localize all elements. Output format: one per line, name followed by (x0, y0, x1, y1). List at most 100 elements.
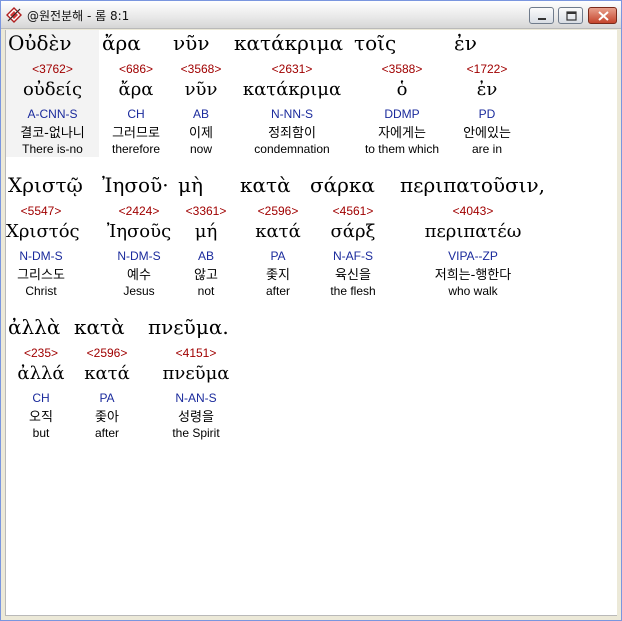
korean-gloss: 저희는-행한다 (434, 268, 512, 283)
strong-number[interactable]: <3568> (171, 62, 231, 77)
word-block[interactable]: κατὰ <2596> κατά PA 좇지 after (238, 172, 318, 299)
word-block[interactable]: ἄρα <686> ἄρα CH 그러므로 therefore (100, 30, 172, 157)
lemma: σάρξ (330, 221, 376, 242)
strong-number[interactable]: <2424> (100, 204, 178, 219)
word-block[interactable]: πνεῦμα. <4151> πνεῦμα N-AN-S 성령을 the Spirit (146, 314, 246, 441)
word-block[interactable]: Χριστῷ <5547> Χριστός N-DM-S 그리스도 Christ (6, 172, 83, 299)
minimize-button[interactable] (529, 7, 554, 24)
lemma: Χριστός (6, 221, 80, 242)
lemma: κατά (84, 363, 130, 384)
greek-word: Χριστῷ (8, 173, 83, 197)
morphology-code: N-AF-S (333, 249, 373, 263)
english-gloss: not (197, 284, 215, 298)
lemma: κατά (255, 221, 301, 242)
greek-word: κατάκριμα (234, 31, 344, 55)
morphology-code: PA (99, 391, 115, 405)
korean-gloss: 육신을 (335, 268, 371, 283)
strong-number[interactable]: <3588> (352, 62, 452, 77)
strong-number[interactable]: <4151> (146, 346, 246, 361)
strong-number[interactable]: <235> (6, 346, 76, 361)
morphology-code: N-DM-S (19, 249, 63, 263)
maximize-icon (566, 11, 577, 21)
close-button[interactable] (588, 7, 617, 24)
word-block[interactable]: περιπατοῦσιν, <4043> περιπατέω VIPA--ZP 저희는-… (398, 172, 548, 299)
strong-number[interactable]: <2596> (72, 346, 142, 361)
korean-gloss: 결코-없나니 (20, 126, 85, 141)
english-gloss: to them which (364, 142, 440, 156)
lemma: Ἰησοῦς (106, 221, 172, 242)
greek-word: σάρκα (310, 173, 375, 197)
lemma: ἀλλά (17, 363, 65, 384)
word-block[interactable]: ἀλλὰ <235> ἀλλά CH 오직 but (6, 314, 76, 441)
strong-number[interactable]: <1722> (452, 62, 522, 77)
close-icon (598, 11, 609, 21)
english-gloss: after (94, 426, 119, 440)
korean-gloss: 그러므로 (112, 126, 160, 141)
morphology-code: DDMP (384, 107, 420, 121)
morphology-code: AB (197, 249, 214, 263)
strong-number[interactable]: <5547> (6, 204, 76, 219)
morphology-code: PA (270, 249, 286, 263)
strong-number[interactable]: <4043> (398, 204, 548, 219)
korean-gloss: 안에있는 (463, 126, 511, 141)
interlinear-pane[interactable]: Οὐδὲν <3762> οὐδείς A-CNN-S 결코-없나니 There is-n… (5, 30, 617, 616)
greek-word: Ἰησοῦ· (102, 173, 169, 197)
lemma: ὁ (396, 79, 408, 100)
word-block[interactable]: τοῖς <3588> ὁ DDMP 자에게는 to them which (352, 30, 452, 157)
window-title: @원전분해 - 롬 8:1 (27, 9, 130, 23)
morphology-code: A-CNN-S (27, 107, 78, 121)
morphology-code: N-NN-S (271, 107, 313, 121)
minimize-icon (538, 18, 546, 20)
word-block[interactable]: νῦν <3568> νῦν AB 이제 now (171, 30, 231, 157)
english-gloss: There is-no (22, 142, 83, 156)
lemma: οὐδείς (22, 79, 83, 100)
greek-word: πνεῦμα. (148, 315, 229, 339)
morphology-code: CH (32, 391, 50, 405)
english-gloss: are in (471, 142, 503, 156)
greek-word: ἄρα (102, 31, 141, 55)
morphology-code: N-DM-S (117, 249, 161, 263)
greek-word: κατὰ (240, 173, 291, 197)
english-gloss: Christ (25, 284, 57, 298)
english-gloss: therefore (111, 142, 161, 156)
maximize-button[interactable] (558, 7, 583, 24)
word-block[interactable]: Ἰησοῦ· <2424> Ἰησοῦς N-DM-S 예수 Jesus (100, 172, 178, 299)
english-gloss: the flesh (330, 284, 376, 298)
english-gloss: Jesus (123, 284, 155, 298)
app-logo-icon[interactable] (5, 6, 23, 24)
interlinear-window: @원전분해 - 롬 8:1 Οὐδὲν <3762> οὐδείς A-CNN-S 결코… (0, 0, 622, 621)
greek-word: ἐν (454, 31, 477, 55)
english-gloss: condemnation (254, 142, 330, 156)
lemma: κατάκριμα (242, 79, 342, 100)
strong-number[interactable]: <4561> (308, 204, 398, 219)
greek-word: Οὐδὲν (8, 31, 72, 55)
word-block[interactable]: κατάκριμα <2631> κατάκριμα N-NN-S 정죄함이 condem… (232, 30, 352, 157)
strong-number[interactable]: <3361> (176, 204, 236, 219)
lemma: μή (194, 221, 218, 242)
strong-number[interactable]: <2631> (232, 62, 352, 77)
verse-romans-8-1: Οὐδὲν <3762> οὐδείς A-CNN-S 결코-없나니 There is-n… (6, 30, 618, 616)
english-gloss: now (189, 142, 212, 156)
korean-gloss: 이제 (189, 126, 213, 141)
title-bar[interactable]: @원전분해 - 롬 8:1 (1, 1, 621, 29)
korean-gloss: 좇아 (95, 410, 119, 425)
morphology-code: VIPA--ZP (448, 249, 498, 263)
korean-gloss: 자에게는 (378, 126, 426, 141)
word-block[interactable]: κατὰ <2596> κατά PA 좇아 after (72, 314, 142, 441)
greek-word: νῦν (173, 31, 210, 55)
word-block[interactable]: Οὐδὲν <3762> οὐδείς A-CNN-S 결코-없나니 There is-n… (6, 30, 99, 157)
greek-word: τοῖς (354, 31, 397, 55)
strong-number[interactable]: <2596> (238, 204, 318, 219)
word-block[interactable]: σάρκα <4561> σάρξ N-AF-S 육신을 the flesh (308, 172, 398, 299)
greek-word: περιπατοῦσιν, (400, 173, 546, 197)
word-block[interactable]: ἐν <1722> ἐν PD 안에있는 are in (452, 30, 522, 157)
lemma: πνεῦμα (162, 363, 230, 384)
english-gloss: who walk (448, 284, 498, 298)
korean-gloss: 성령을 (178, 410, 214, 425)
english-gloss: but (32, 426, 50, 440)
strong-number[interactable]: <686> (100, 62, 172, 77)
strong-number[interactable]: <3762> (6, 62, 99, 77)
korean-gloss: 오직 (29, 410, 53, 425)
morphology-code: N-AN-S (175, 391, 217, 405)
word-block[interactable]: μὴ <3361> μή AB 않고 not (176, 172, 236, 299)
